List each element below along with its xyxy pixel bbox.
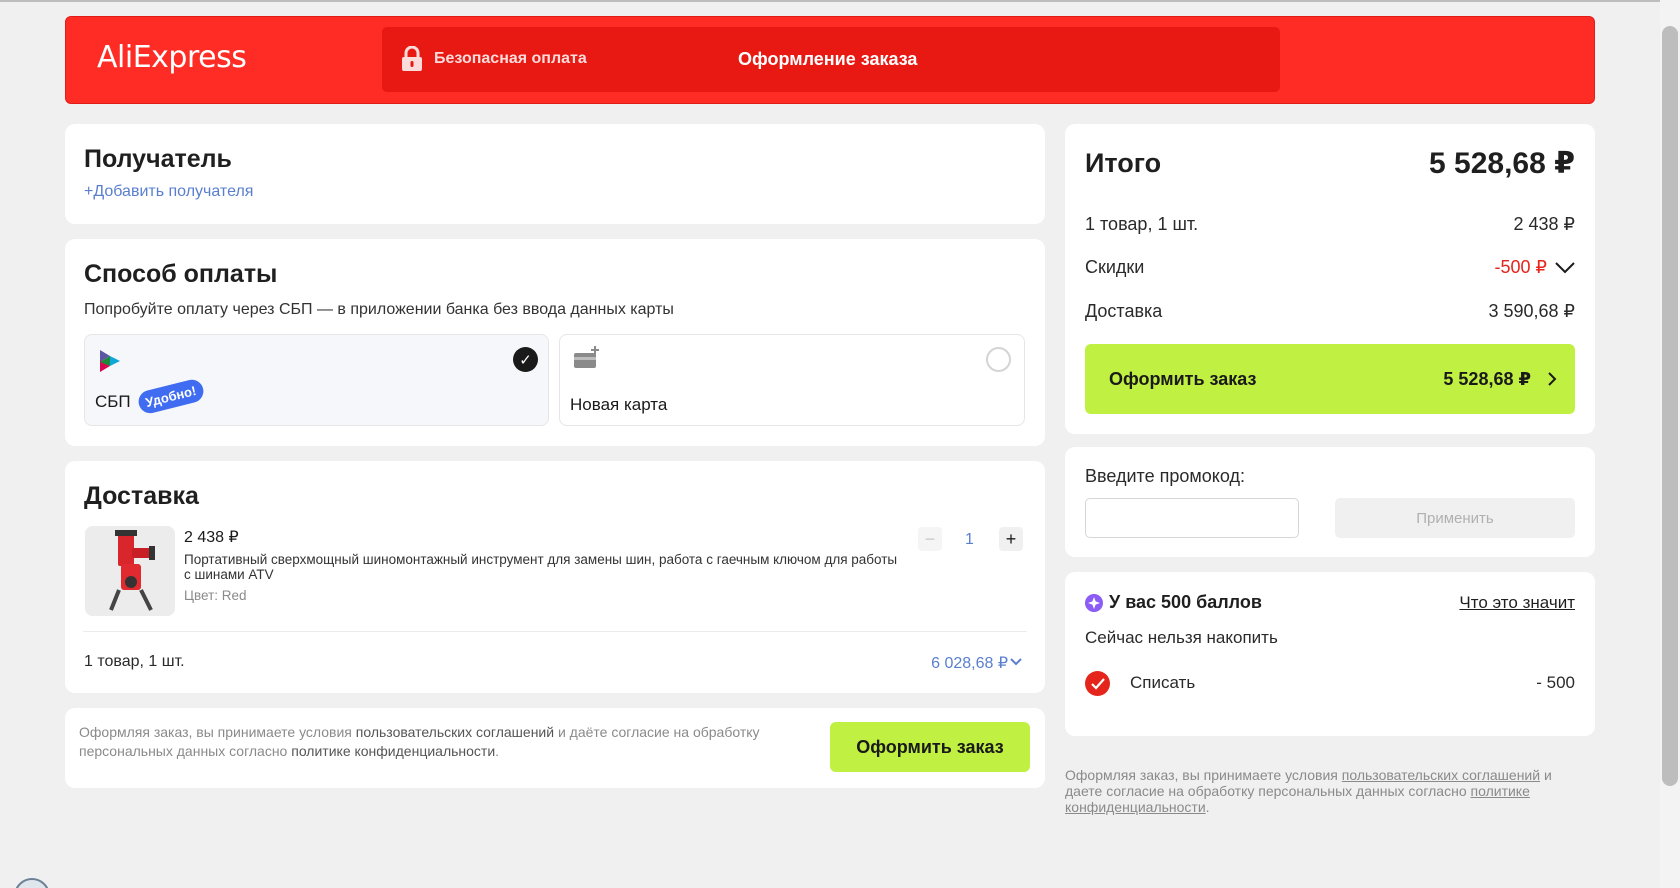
sbp-icon (100, 350, 120, 372)
agreement-text: Оформляя заказ, вы принимаете условия по… (79, 723, 819, 761)
agreement-text-3: . (495, 743, 500, 759)
privacy-policy-link[interactable]: политике конфиденциальности (291, 743, 495, 759)
product-image[interactable] (85, 526, 175, 616)
place-order-button[interactable]: Оформить заказ 5 528,68 ₽ (1085, 344, 1575, 414)
summary-total: 5 528,68 ₽ (1429, 147, 1575, 180)
chevron-down-icon[interactable] (1555, 261, 1575, 274)
payment-method-card: Способ оплаты Попробуйте оплату через СБ… (65, 239, 1045, 446)
new-card-icon (574, 346, 599, 368)
chevron-down-icon[interactable] (1010, 658, 1022, 666)
checkout-header: AliExpress Безопасная оплата Оформление … (65, 16, 1595, 104)
sbp-label: СБП (95, 392, 131, 411)
delivery-divider (83, 631, 1027, 632)
item-name[interactable]: Портативный сверхмощный шиномонтажный ин… (184, 552, 904, 582)
top-border (0, 0, 1680, 2)
summary-title: Итого (1085, 148, 1162, 178)
summary-row-discounts[interactable]: Скидки -500 ₽ (1085, 257, 1575, 278)
floating-assistant-button[interactable] (14, 878, 50, 888)
spend-points-label: Списать (1130, 673, 1196, 692)
decrease-quantity-button[interactable]: − (918, 527, 942, 551)
delivery-card: Доставка 2 438 ₽ Портативный сверхмощный… (65, 461, 1045, 693)
recipient-card: Получатель +Добавить получателя (65, 124, 1045, 224)
promo-card: Введите промокод: Применить (1065, 447, 1595, 557)
chevron-right-icon (1548, 372, 1557, 386)
legal-right-text: Оформляя заказ, вы принимаете условия по… (1065, 767, 1585, 815)
summary-discounts-value-wrap: -500 ₽ (1495, 257, 1575, 278)
new-card-label: Новая карта (570, 395, 668, 414)
summary-row-delivery: Доставка 3 590,68 ₽ (1085, 301, 1575, 322)
order-summary-card: Итого 5 528,68 ₽ 1 товар, 1 шт. 2 438 ₽ … (1065, 124, 1595, 434)
spend-points-value: - 500 (1536, 673, 1575, 692)
secure-payment-label: Безопасная оплата (434, 50, 587, 67)
summary-row-items: 1 товар, 1 шт. 2 438 ₽ (1085, 214, 1575, 235)
page-title: Оформление заказа (738, 49, 918, 69)
place-order-label: Оформить заказ (1109, 368, 1257, 389)
user-agreements-link-right[interactable]: пользовательских соглашений (1342, 767, 1540, 783)
what-it-means-link[interactable]: Что это значит (1459, 593, 1575, 613)
legal-right-text-1: Оформляя заказ, вы принимаете условия (1065, 767, 1342, 783)
radio-checked-icon[interactable]: ✓ (513, 347, 538, 372)
payment-hint: Попробуйте оплату через СБП — в приложен… (84, 301, 674, 318)
summary-items-value: 2 438 ₽ (1513, 214, 1576, 234)
delivery-count: 1 товар, 1 шт. (84, 653, 185, 670)
summary-delivery-value: 3 590,68 ₽ (1488, 301, 1575, 321)
spend-points-checkbox[interactable] (1085, 671, 1110, 696)
apply-promo-button[interactable]: Применить (1335, 498, 1575, 538)
promo-label: Введите промокод: (1085, 466, 1245, 486)
points-star-icon (1085, 594, 1103, 612)
summary-discounts-label: Скидки (1085, 257, 1145, 277)
agreement-text-1: Оформляя заказ, вы принимаете условия (79, 724, 356, 740)
lock-icon (402, 46, 422, 71)
payment-title: Способ оплаты (84, 260, 278, 288)
item-price: 2 438 ₽ (184, 529, 239, 546)
aliexpress-logo[interactable]: AliExpress (97, 40, 247, 75)
points-card: У вас 500 баллов Что это значит Сейчас н… (1065, 572, 1595, 736)
increase-quantity-button[interactable]: + (999, 527, 1023, 551)
place-order-bottom-button[interactable]: Оформить заказ (830, 722, 1030, 772)
quantity-value[interactable]: 1 (965, 531, 974, 549)
add-recipient-link[interactable]: +Добавить получателя (84, 183, 253, 201)
summary-delivery-label: Доставка (1085, 301, 1163, 321)
item-color: Цвет: Red (184, 588, 247, 603)
agreement-card: Оформляя заказ, вы принимаете условия по… (65, 708, 1045, 788)
place-order-amount: 5 528,68 ₽ (1443, 368, 1531, 389)
user-agreements-link[interactable]: пользовательских соглашений (356, 724, 554, 740)
convenient-badge: Удобно! (136, 377, 206, 416)
recipient-title: Получатель (84, 145, 232, 173)
points-title: У вас 500 баллов (1109, 592, 1262, 612)
check-icon (1090, 677, 1105, 690)
product-thumbnail-icon (85, 526, 175, 616)
legal-right-text-3: . (1205, 799, 1210, 815)
summary-items-label: 1 товар, 1 шт. (1085, 214, 1199, 234)
delivery-title: Доставка (84, 482, 199, 510)
scrollbar-thumb[interactable] (1662, 26, 1678, 786)
points-note: Сейчас нельзя накопить (1085, 628, 1278, 647)
radio-unchecked-icon[interactable] (986, 347, 1011, 372)
payment-option-new-card[interactable]: Новая карта (559, 334, 1025, 426)
summary-discounts-value: -500 ₽ (1494, 257, 1547, 277)
secure-payment-bar: Безопасная оплата Оформление заказа (382, 27, 1280, 92)
delivery-total[interactable]: 6 028,68 ₽ (931, 653, 1008, 673)
payment-option-sbp[interactable]: ✓ СБП Удобно! (84, 334, 549, 426)
promo-code-input[interactable] (1085, 498, 1299, 538)
